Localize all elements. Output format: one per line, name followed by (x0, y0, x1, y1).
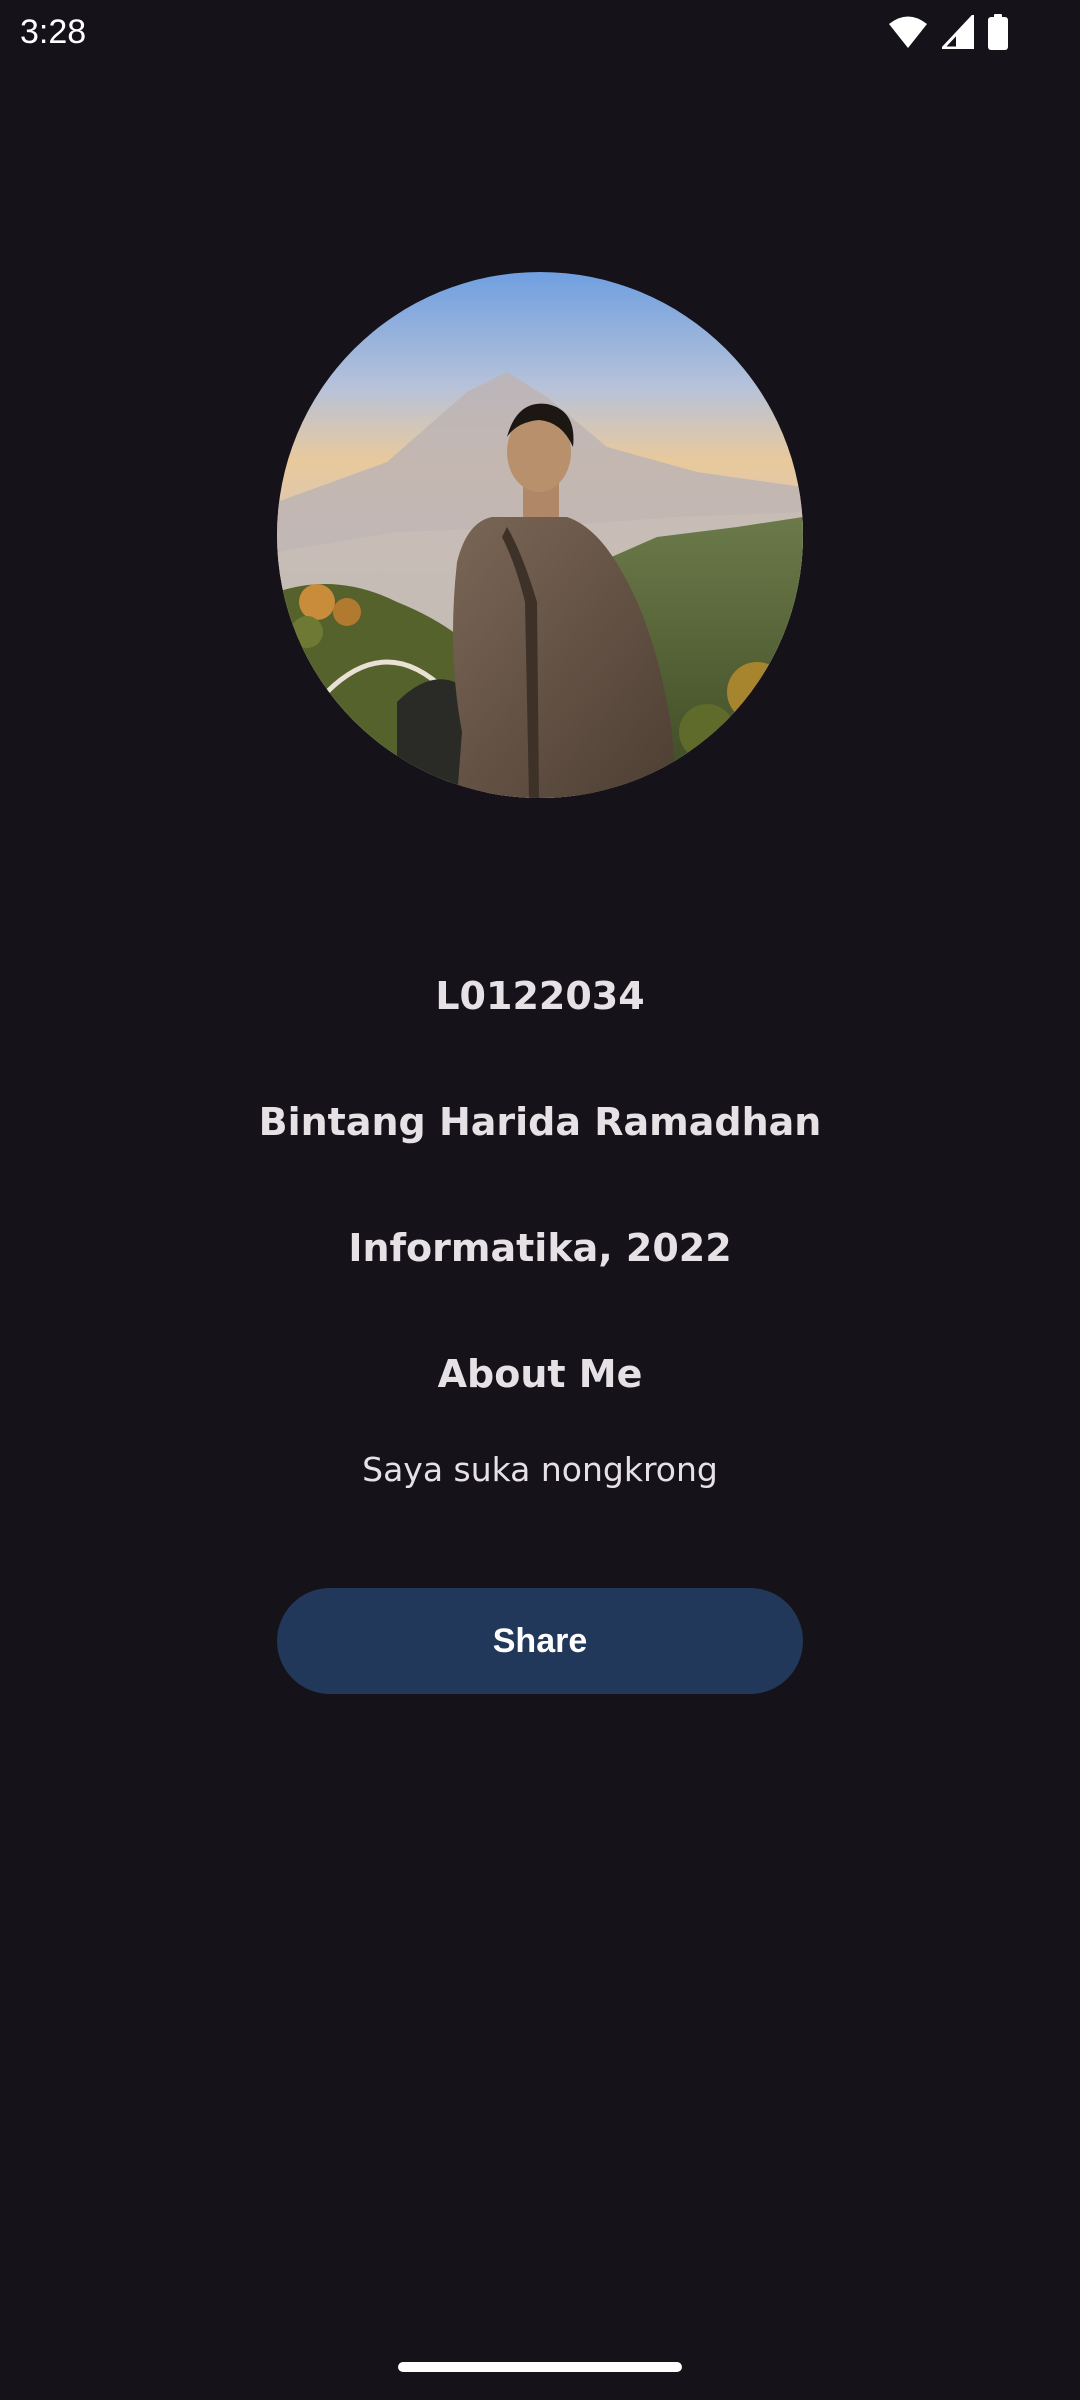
status-time: 3:28 (20, 13, 87, 51)
student-id: L0122034 (435, 974, 645, 1018)
battery-icon (988, 14, 1008, 50)
student-name: Bintang Harida Ramadhan (258, 1100, 822, 1144)
program-year: Informatika, 2022 (348, 1226, 732, 1270)
profile-photo (277, 272, 803, 798)
status-bar: 3:28 (0, 0, 1080, 64)
about-me-heading: About Me (437, 1352, 643, 1396)
home-indicator[interactable] (398, 2362, 682, 2372)
cellular-signal-icon (942, 15, 974, 49)
status-icons (888, 12, 1008, 52)
profile-avatar (277, 272, 803, 798)
about-me-text: Saya suka nongkrong (362, 1450, 718, 1489)
share-button[interactable]: Share (277, 1588, 803, 1694)
wifi-icon (888, 15, 928, 49)
